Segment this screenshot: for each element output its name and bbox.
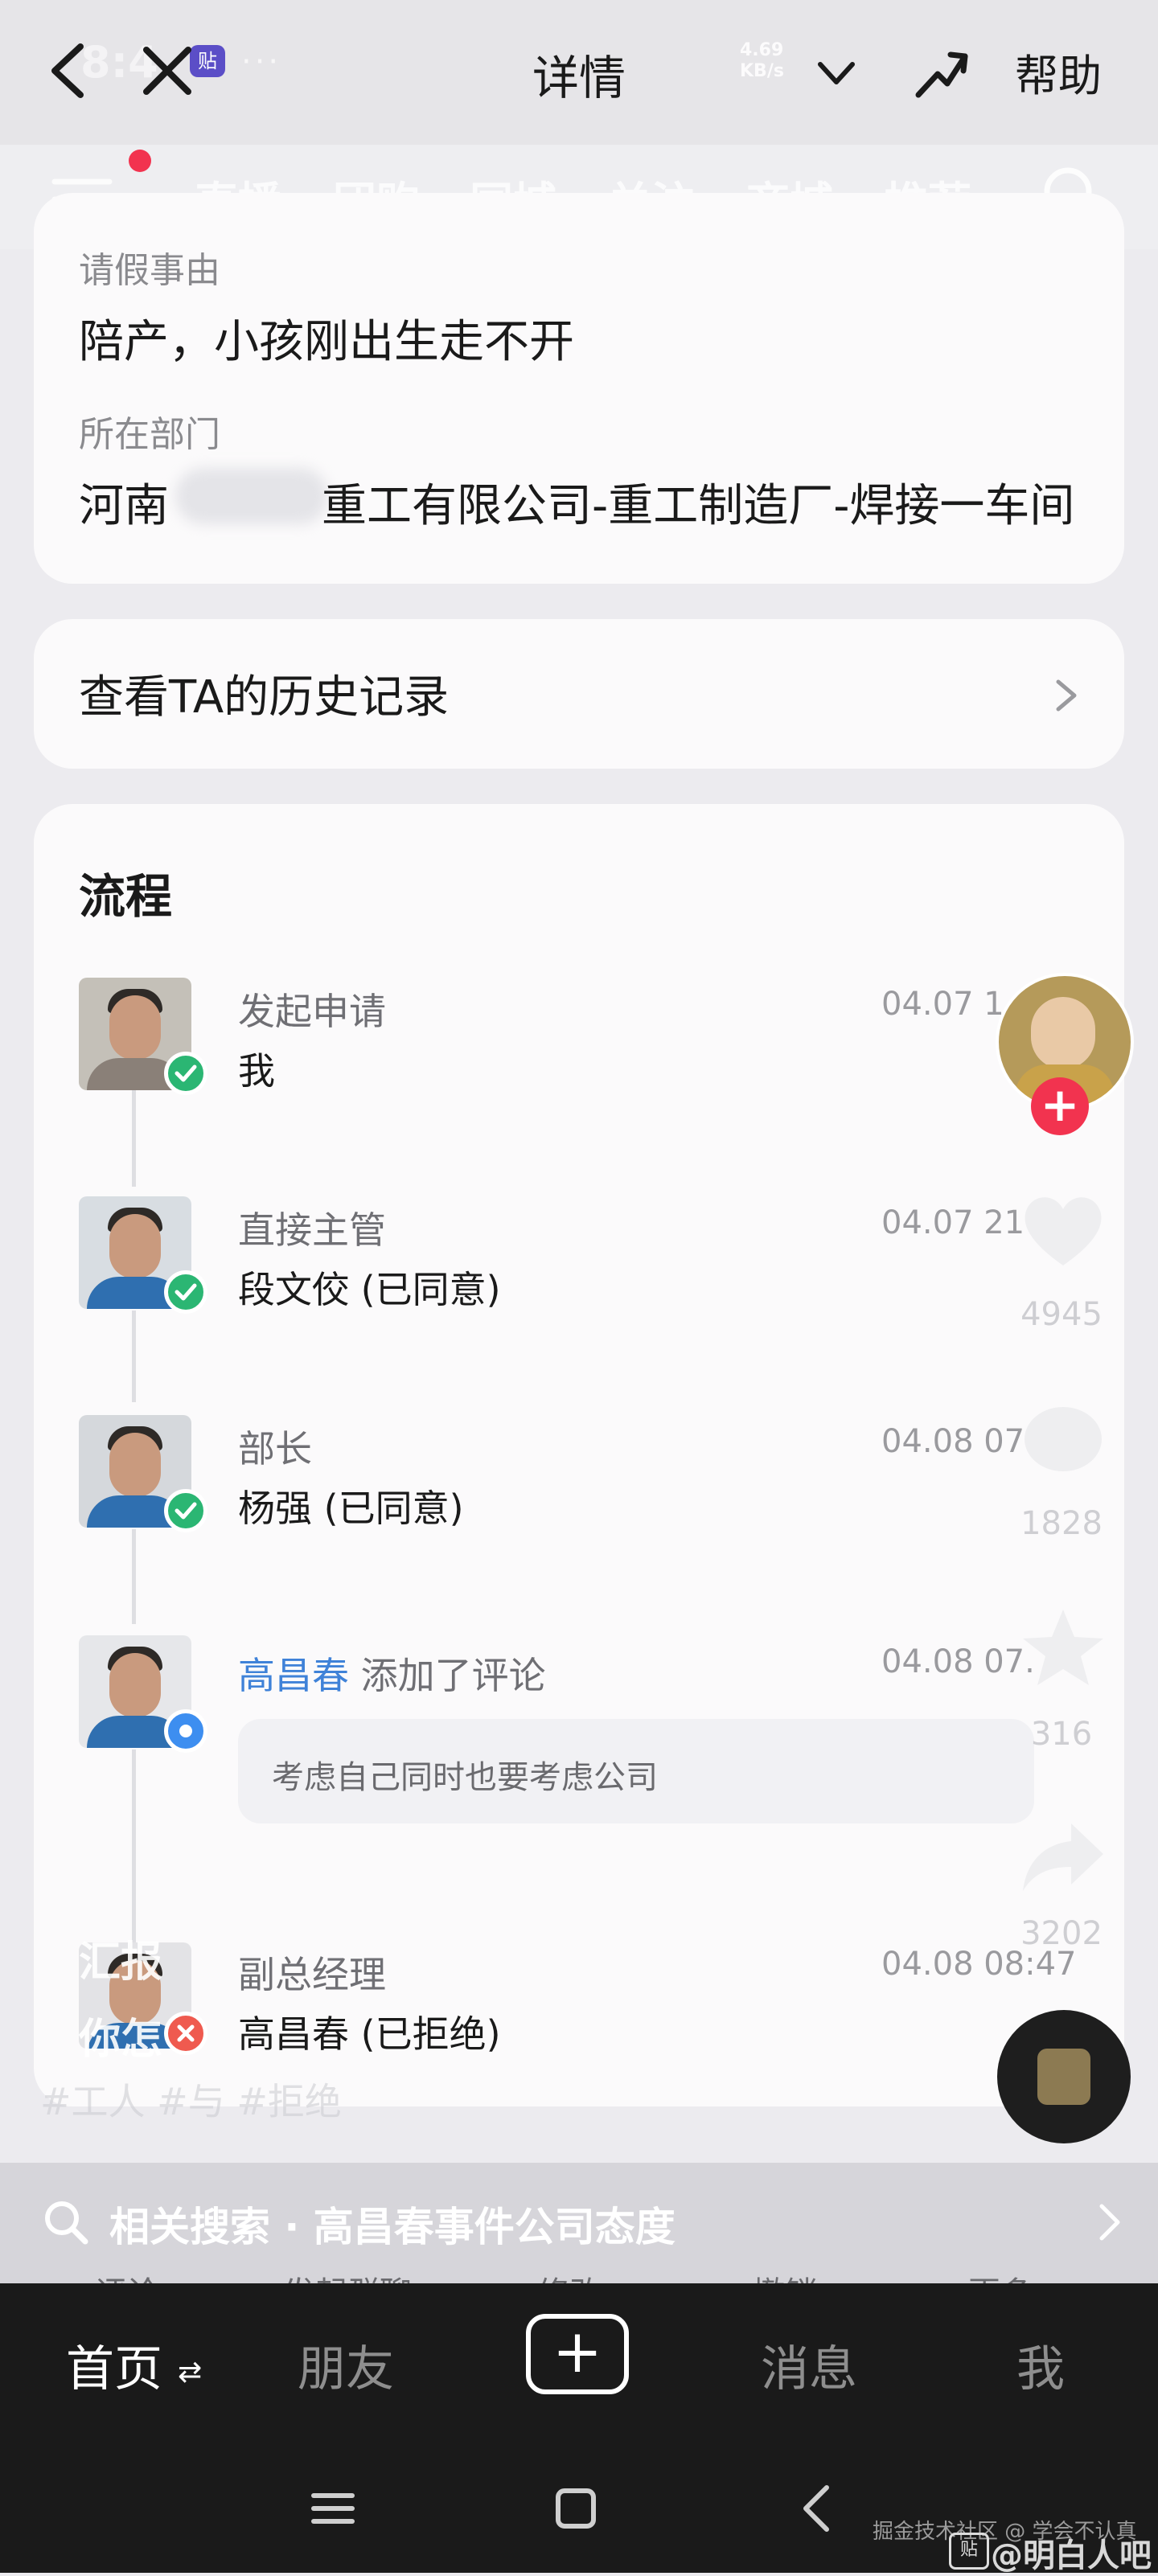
help-link[interactable]: 帮助: [1015, 40, 1102, 104]
reason-label: 请假事由: [79, 250, 220, 291]
dept-value: 重工有限公司-重工制造厂-焊接一车间: [322, 480, 1075, 532]
reason-value: 陪产，小孩刚出生走不开: [79, 316, 574, 368]
history-link[interactable]: 查看TA的历史记录: [79, 661, 449, 726]
search-icon: [45, 2201, 88, 2245]
network-speed: 4.69 KB/s: [740, 40, 784, 81]
step-time: 04.07 1: [881, 986, 1004, 1023]
redacted-blur: [175, 468, 328, 524]
timeline-line: [132, 1749, 136, 1942]
commenter-row: 高昌春 添加了评论: [238, 1647, 546, 1700]
close-icon[interactable]: [135, 39, 199, 103]
step-name: 高昌春 (已拒绝): [238, 2012, 501, 2056]
video-caption-line: 你怎: [79, 2016, 163, 2064]
video-hashtags[interactable]: #工人 #与 #拒绝: [40, 2073, 342, 2126]
comment-icon[interactable]: [1015, 1397, 1111, 1486]
chevron-down-icon[interactable]: [812, 50, 860, 98]
watermark-text: @明白人吧: [991, 2537, 1152, 2574]
dept-prefix: 河南: [79, 480, 169, 532]
system-back-icon[interactable]: [786, 2476, 851, 2541]
swap-icon: ⇄: [178, 2355, 203, 2389]
timeline-line: [132, 1090, 136, 1187]
related-search-text[interactable]: 相关搜索 · 高昌春事件公司态度: [109, 2195, 676, 2253]
step-title: 部长: [238, 1427, 312, 1471]
comment-status-icon: [164, 1709, 207, 1753]
watermark-logo: 贴: [949, 2533, 989, 2570]
notification-dot: [129, 150, 151, 172]
favorite-count: 316: [1030, 1716, 1093, 1753]
tab-messages[interactable]: 消息: [761, 2330, 857, 2400]
home-square-icon[interactable]: [544, 2476, 608, 2541]
recent-apps-icon[interactable]: [301, 2476, 365, 2541]
comment-text: 考虑自己同时也要考虑公司: [272, 1759, 658, 1796]
step-time: 04.07 21: [881, 1204, 1025, 1241]
tab-home-label: 首页: [66, 2341, 162, 2398]
step-title: 副总经理: [238, 1953, 386, 1996]
step-time: 04.08 07: [881, 1423, 1025, 1460]
process-title: 流程: [79, 869, 173, 924]
step-name: 杨强 (已同意): [238, 1487, 464, 1530]
commenter-name-link[interactable]: 高昌春: [238, 1654, 349, 1697]
timeline-line: [132, 1311, 136, 1402]
rejected-icon: [164, 2012, 207, 2055]
step-name: 我: [238, 1049, 275, 1093]
approved-check-icon: [164, 1052, 207, 1095]
chevron-right-icon: [1099, 2204, 1120, 2241]
heart-icon[interactable]: [1015, 1187, 1111, 1275]
tab-home[interactable]: 首页 ⇄: [66, 2330, 202, 2400]
page-title: 详情: [532, 51, 626, 105]
follow-button[interactable]: +: [1031, 1077, 1089, 1135]
tab-me[interactable]: 我: [1016, 2330, 1065, 2400]
step-title: 发起申请: [238, 990, 386, 1033]
approved-check-icon: [164, 1270, 207, 1314]
notification-dots-icon: ···: [241, 43, 282, 80]
step-name: 段文佼 (已同意): [238, 1268, 501, 1311]
star-icon[interactable]: [1015, 1605, 1111, 1693]
music-cover: [1037, 2049, 1090, 2105]
like-count: 4945: [1020, 1296, 1103, 1333]
chevron-right-icon: [1056, 679, 1077, 712]
comment-action-text: 添加了评论: [360, 1654, 546, 1697]
approved-check-icon: [164, 1489, 207, 1532]
step-time: 04.08 07.: [881, 1643, 1035, 1680]
share-arrow-icon[interactable]: [1015, 1812, 1111, 1901]
dept-label: 所在部门: [79, 414, 220, 455]
comment-count: 1828: [1020, 1505, 1103, 1542]
share-count: 3202: [1020, 1915, 1103, 1952]
publish-button[interactable]: +: [526, 2314, 629, 2394]
timeline-line: [132, 1529, 136, 1624]
step-title: 直接主管: [238, 1208, 386, 1252]
tab-friends[interactable]: 朋友: [298, 2330, 394, 2400]
share-icon[interactable]: [909, 42, 973, 106]
back-arrow-icon[interactable]: [40, 39, 96, 103]
video-caption-line: 汇报: [79, 1938, 163, 1987]
